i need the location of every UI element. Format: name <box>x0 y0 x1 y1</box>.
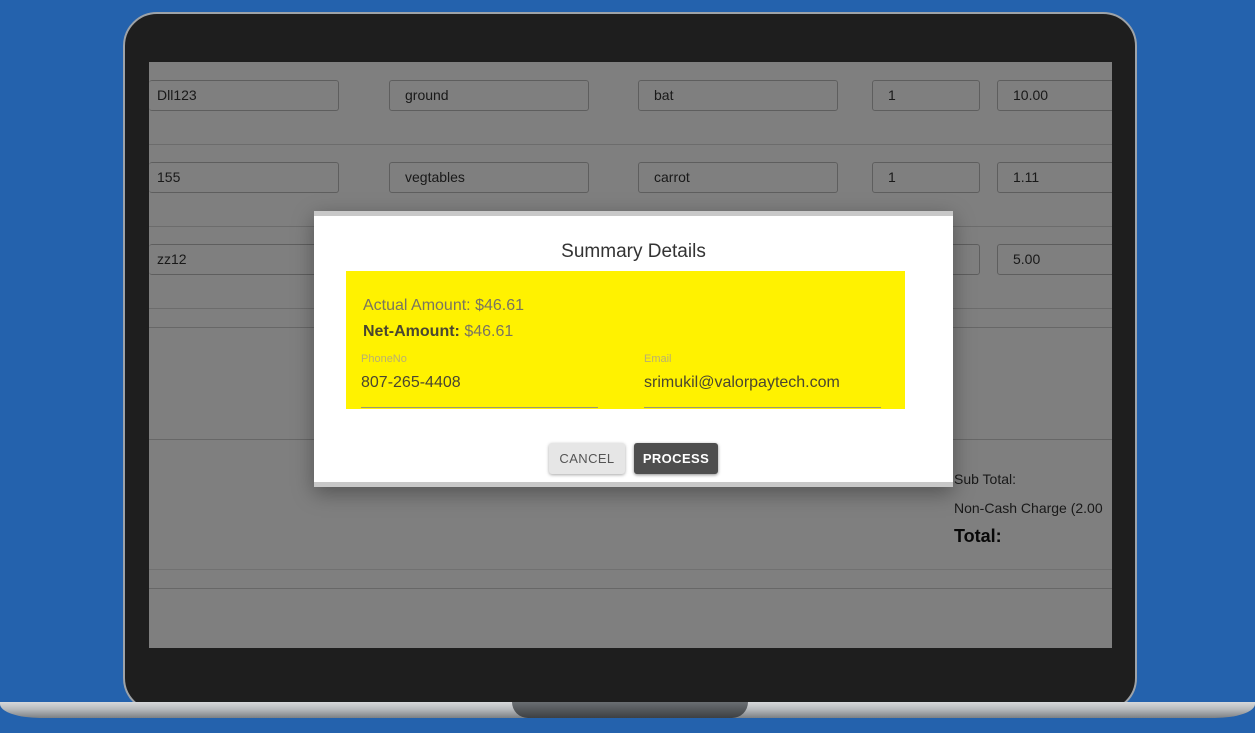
net-amount-label: Net-Amount: <box>363 323 460 340</box>
summary-dialog: Summary Details Actual Amount: $46.61 Ne… <box>314 211 953 487</box>
laptop-hinge-notch <box>512 702 748 718</box>
email-label: Email <box>644 353 672 365</box>
actual-amount-value: $46.61 <box>475 297 525 314</box>
email-field[interactable]: srimukil@valorpaytech.com <box>644 374 881 408</box>
net-amount-line: Net-Amount: $46.61 <box>363 323 513 341</box>
phone-label: PhoneNo <box>361 353 407 365</box>
actual-amount-label: Actual Amount: <box>363 297 471 314</box>
process-button[interactable]: PROCESS <box>634 443 718 474</box>
phone-field[interactable]: 807-265-4408 <box>361 374 598 408</box>
cancel-button[interactable]: CANCEL <box>549 443 625 474</box>
net-amount-value: $46.61 <box>464 323 514 340</box>
dialog-title: Summary Details <box>561 241 706 262</box>
actual-amount-line: Actual Amount: $46.61 <box>363 297 524 315</box>
summary-highlight-box: Actual Amount: $46.61 Net-Amount: $46.61… <box>346 271 905 409</box>
